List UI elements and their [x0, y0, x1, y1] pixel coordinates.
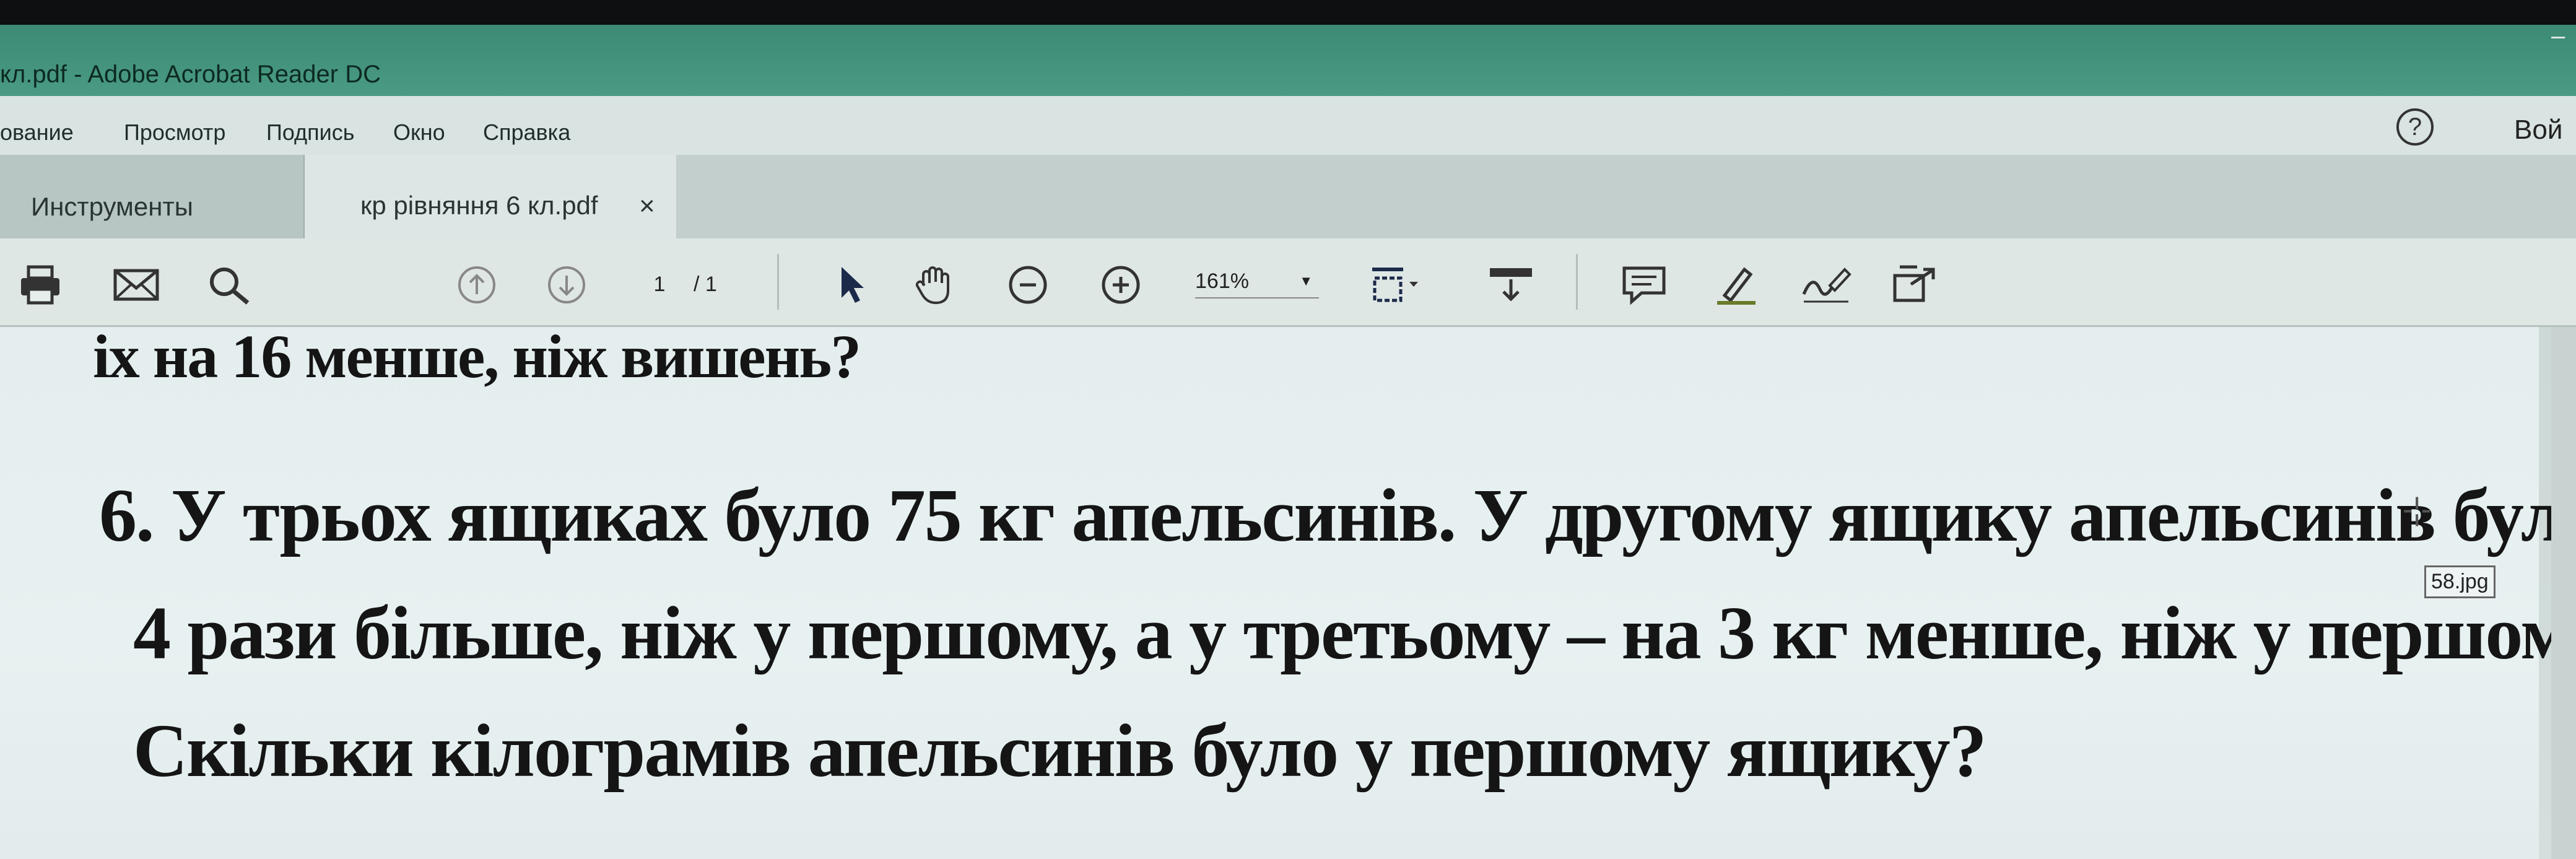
document-text-line: Скільки кілограмів апельсинів було у пер… [133, 709, 1987, 793]
sign-icon[interactable] [1799, 263, 1855, 307]
hand-icon[interactable] [913, 263, 957, 307]
toolbar-divider [1576, 254, 1578, 310]
zoom-out-icon[interactable] [1006, 263, 1050, 307]
highlight-pen-icon[interactable] [1712, 263, 1762, 307]
next-page-icon[interactable] [545, 263, 588, 307]
menu-item-view[interactable]: Просмотр [124, 120, 225, 146]
tab-document[interactable]: кр рівняння 6 кл.pdf × [305, 155, 676, 240]
select-cursor-icon[interactable] [833, 263, 870, 307]
tab-document-label: кр рівняння 6 кл.pdf [360, 191, 598, 220]
fit-page-icon[interactable] [1368, 263, 1424, 307]
zoom-level-select[interactable]: 161% ▼ [1195, 269, 1319, 299]
prev-page-icon[interactable] [455, 263, 498, 307]
vertical-scrollbar[interactable] [2551, 327, 2576, 859]
window-title: кл.pdf - Adobe Acrobat Reader DC [0, 61, 381, 88]
menu-item-help[interactable]: Справка [483, 120, 570, 146]
tab-tools-label: Инструменты [31, 192, 193, 221]
acrobat-window: кл.pdf - Adobe Acrobat Reader DC – овани… [0, 25, 2576, 859]
zoom-level-value: 161% [1195, 269, 1249, 293]
chevron-down-icon: ▼ [1299, 273, 1313, 289]
menu-bar: ование Просмотр Подпись Окно Справка ? В… [0, 96, 2576, 155]
document-text-line: 6. У трьох ящиках було 75 кг апельсинів.… [99, 474, 2576, 557]
login-link[interactable]: Вой [2514, 115, 2562, 146]
page-number-input[interactable]: 1 [644, 273, 675, 297]
toolbar-divider [777, 254, 779, 310]
page-total: / 1 [694, 273, 717, 296]
minimize-icon[interactable]: – [2551, 25, 2570, 50]
zoom-in-icon[interactable] [1099, 263, 1142, 307]
menu-item-window[interactable]: Окно [393, 120, 445, 146]
scroll-mode-icon[interactable] [1486, 263, 1536, 307]
print-icon[interactable] [19, 263, 62, 307]
document-text-line: 4 рази більше, ніж у першому, а у третьо… [133, 591, 2576, 675]
toolbar: 1 / 1 161% ▼ [0, 238, 2576, 327]
help-icon[interactable]: ? [2396, 108, 2434, 146]
search-icon[interactable] [204, 263, 254, 307]
title-bar: кл.pdf - Adobe Acrobat Reader DC – [0, 25, 2576, 96]
close-tab-icon[interactable]: × [639, 191, 655, 222]
file-tag: 58.jpg [2424, 565, 2496, 598]
email-icon[interactable] [111, 263, 161, 307]
document-page: іх на 16 менше, ніж вишень? 6. У трьох я… [0, 322, 2576, 859]
tab-tools[interactable]: Инструменты [0, 155, 305, 238]
tab-bar: Инструменты кр рівняння 6 кл.pdf × [0, 155, 2576, 240]
menu-item-sign[interactable]: Подпись [266, 120, 354, 146]
comment-icon[interactable] [1619, 263, 1669, 307]
crosshair-cursor-icon: -¦- [2403, 492, 2432, 526]
document-text-cut-line: іх на 16 менше, ніж вишень? [93, 322, 861, 391]
menu-item-edit[interactable]: ование [0, 120, 74, 146]
share-icon[interactable] [1889, 263, 1944, 307]
